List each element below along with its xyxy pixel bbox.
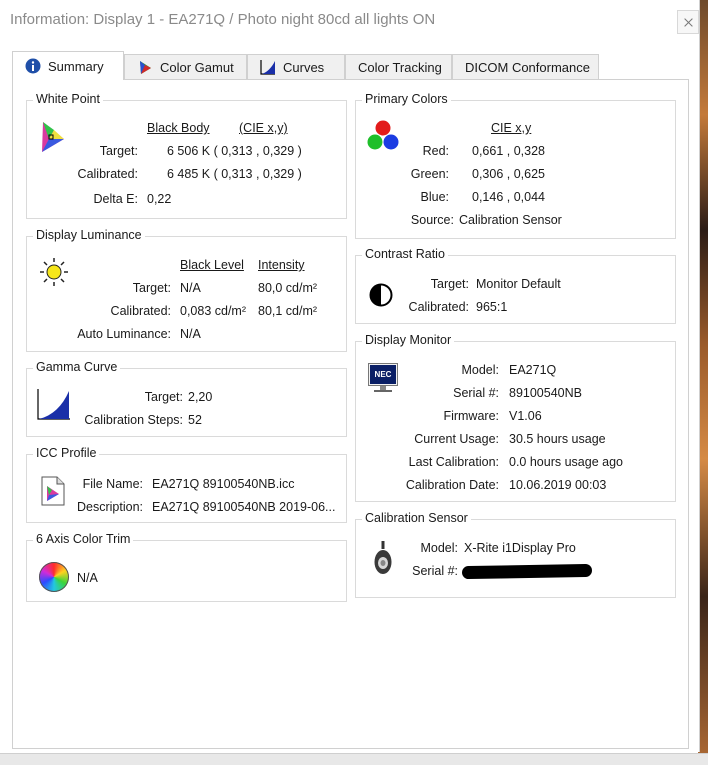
wp-target-label: Target: <box>99 144 138 158</box>
wp-calibrated-label: Calibrated: <box>77 167 138 181</box>
icc-file-icon <box>41 476 65 506</box>
sensor-model-value: X-Rite i1Display Pro <box>464 541 576 555</box>
delta-e-label: Delta E: <box>93 192 138 206</box>
tab-summary[interactable]: Summary <box>12 51 124 80</box>
color-wheel-icon <box>39 562 69 592</box>
blue-label: Blue: <box>420 190 450 204</box>
contrast-ratio-group: Contrast Ratio Target: Monitor Default C… <box>355 247 676 324</box>
wp-target-value: 6 506 K ( 0,313 , 0,329 ) <box>167 144 302 158</box>
wp-calibrated-value: 6 485 K ( 0,313 , 0,329 ) <box>167 167 302 181</box>
green-label: Green: <box>410 167 449 181</box>
icc-profile-title: ICC Profile <box>33 446 100 460</box>
lum-cal-intensity: 80,1 cd/m² <box>258 304 318 318</box>
colorimeter-icon <box>374 541 392 574</box>
contrast-ratio-title: Contrast Ratio <box>362 247 448 261</box>
tab-dicom-conformance[interactable]: DICOM Conformance <box>452 54 599 79</box>
lum-cal-black: 0,083 cd/m² <box>180 304 247 318</box>
calibration-date-label: Calibration Date: <box>405 478 499 492</box>
calibration-sensor-title: Calibration Sensor <box>362 511 471 525</box>
summary-panel: White Point Black Body (CIE x,y) Target:… <box>12 79 689 749</box>
source-value: Calibration Sensor <box>459 213 562 227</box>
contrast-target-value: Monitor Default <box>476 277 561 291</box>
cie-xy-header: (CIE x,y) <box>239 121 288 135</box>
calibration-steps-value: 52 <box>188 413 202 427</box>
cie-xy-primaries-header: CIE x,y <box>491 121 532 135</box>
icc-description-value: EA271Q 89100540NB 2019-06... <box>152 500 336 514</box>
last-calibration-label: Last Calibration: <box>408 455 499 469</box>
primary-colors-group: Primary Colors CIE x,y Red: 0,661 , 0,32… <box>355 92 676 239</box>
luminance-group: Display Luminance Black Level Intensity … <box>26 228 347 352</box>
auto-luminance-value: N/A <box>180 327 201 341</box>
gamma-title: Gamma Curve <box>33 360 121 374</box>
intensity-header: Intensity <box>258 258 305 272</box>
monitor-icon: NEC <box>368 363 398 393</box>
tab-color-tracking[interactable]: Color Tracking <box>345 54 452 79</box>
last-calibration-value: 0.0 hours usage ago <box>509 455 623 469</box>
info-window: Information: Display 1 - EA271Q / Photo … <box>0 0 700 752</box>
title-bar: Information: Display 1 - EA271Q / Photo … <box>0 0 699 38</box>
gamma-target-label: Target: <box>144 390 183 404</box>
black-level-header: Black Level <box>180 258 244 272</box>
monitor-model-label: Model: <box>461 363 499 377</box>
contrast-calibrated-value: 965:1 <box>476 300 508 314</box>
red-label: Red: <box>422 144 449 158</box>
lum-calibrated-label: Calibrated: <box>110 304 171 318</box>
tab-curves[interactable]: Curves <box>247 54 345 79</box>
cie-chromaticity-icon <box>42 122 64 152</box>
icc-profile-group: ICC Profile File Name: EA271Q 89100540NB… <box>26 446 347 523</box>
calibration-date-value: 10.06.2019 00:03 <box>509 478 607 492</box>
monitor-model-value: EA271Q <box>509 363 557 377</box>
firmware-label: Firmware: <box>443 409 499 423</box>
green-value: 0,306 , 0,625 <box>472 167 545 181</box>
lum-target-label: Target: <box>132 281 171 295</box>
icc-file-name-label: File Name: <box>82 477 143 491</box>
luminance-title: Display Luminance <box>33 228 145 242</box>
red-value: 0,661 , 0,328 <box>472 144 545 158</box>
window-title: Information: Display 1 - EA271Q / Photo … <box>10 11 436 28</box>
sensor-model-label: Model: <box>420 541 458 555</box>
calibration-sensor-group: Calibration Sensor Model: X-Rite i1Displ… <box>355 511 676 598</box>
color-trim-group: 6 Axis Color Trim N/A <box>26 532 347 602</box>
monitor-serial-label: Serial #: <box>453 386 499 400</box>
current-usage-value: 30.5 hours usage <box>509 432 606 446</box>
white-point-group: White Point Black Body (CIE x,y) Target:… <box>26 92 347 219</box>
source-label: Source: <box>410 213 454 227</box>
color-trim-title: 6 Axis Color Trim <box>33 532 134 546</box>
firmware-value: V1.06 <box>509 409 542 423</box>
color-gamut-icon <box>140 61 151 74</box>
tab-color-gamut[interactable]: Color Gamut <box>124 54 247 79</box>
nec-logo: NEC <box>370 365 396 384</box>
black-body-header: Black Body <box>147 121 210 135</box>
icc-file-name-value: EA271Q 89100540NB.icc <box>152 477 295 491</box>
monitor-serial-value: 89100540NB <box>509 386 582 400</box>
calibration-steps-label: Calibration Steps: <box>84 413 183 427</box>
display-monitor-title: Display Monitor <box>362 333 455 347</box>
sensor-serial-label: Serial #: <box>412 564 458 578</box>
current-usage-label: Current Usage: <box>414 432 499 446</box>
curves-icon <box>260 60 275 75</box>
rgb-primaries-icon <box>367 120 399 150</box>
info-icon <box>25 58 41 74</box>
gamma-curve-icon <box>37 389 70 420</box>
sun-icon <box>40 258 68 286</box>
display-monitor-group: Display Monitor NEC Model: EA271Q Serial… <box>355 333 676 502</box>
close-button[interactable] <box>677 10 699 34</box>
gamma-target-value: 2,20 <box>188 390 213 404</box>
color-trim-value: N/A <box>77 571 98 585</box>
delta-e-value: 0,22 <box>147 192 172 206</box>
gamma-group: Gamma Curve Target: 2,20 Calibration Ste… <box>26 360 347 437</box>
contrast-calibrated-label: Calibrated: <box>408 300 469 314</box>
blue-value: 0,146 , 0,044 <box>472 190 545 204</box>
lum-target-intensity: 80,0 cd/m² <box>258 281 318 295</box>
icc-description-label: Description: <box>77 500 143 514</box>
contrast-target-label: Target: <box>430 277 469 291</box>
white-point-title: White Point <box>33 92 103 106</box>
contrast-icon <box>369 283 393 307</box>
primary-colors-title: Primary Colors <box>362 92 451 106</box>
auto-luminance-label: Auto Luminance: <box>77 327 171 341</box>
bottom-frame <box>0 753 708 765</box>
lum-target-black: N/A <box>180 281 201 295</box>
serial-redaction <box>461 563 593 580</box>
